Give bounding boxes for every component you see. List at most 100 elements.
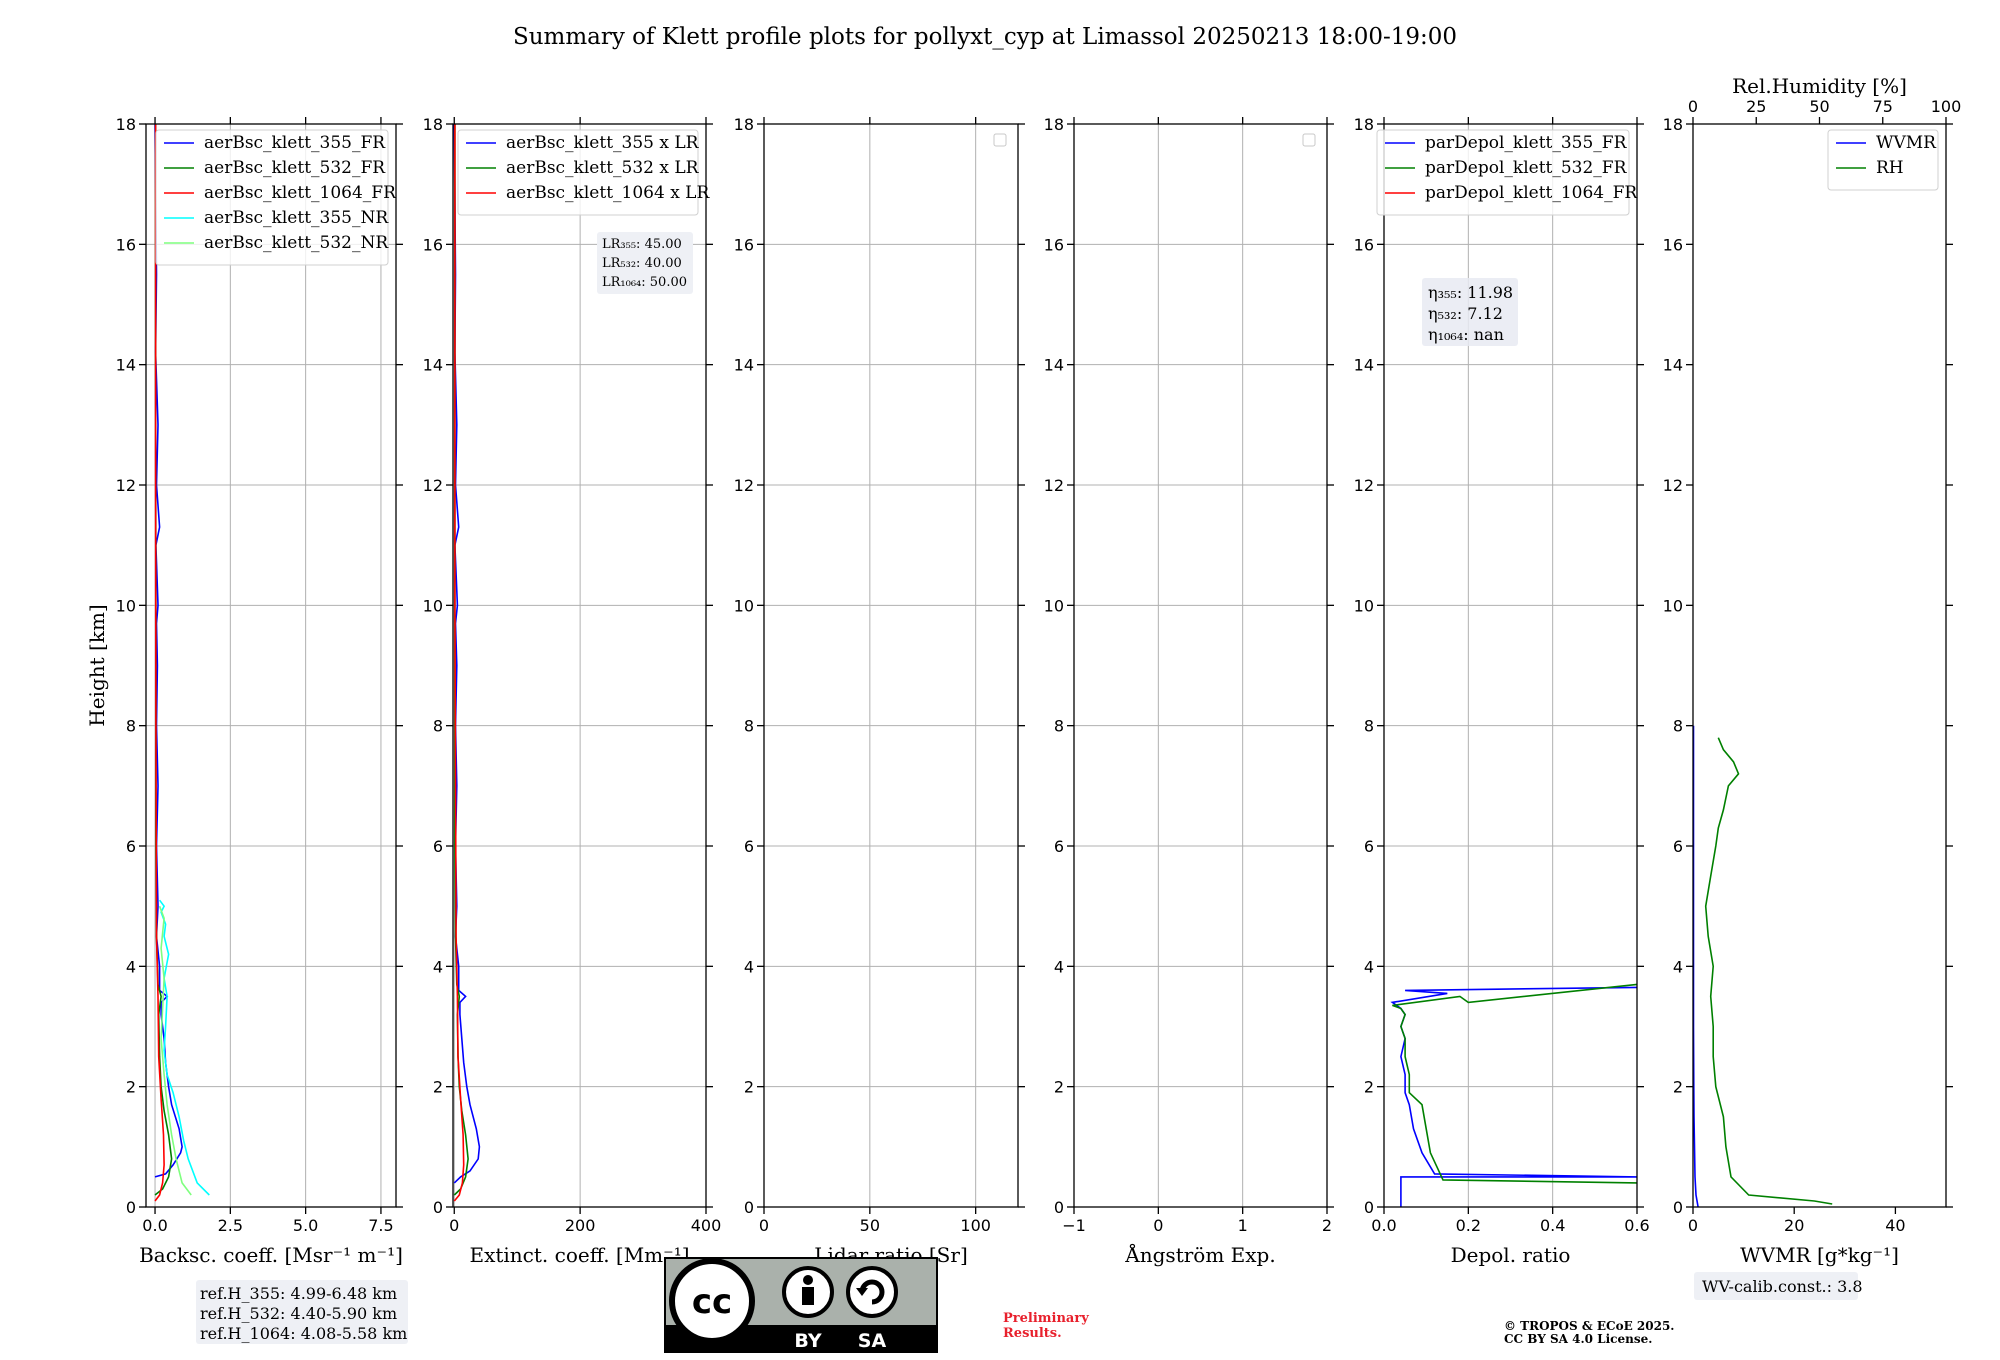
x-tick-label: −1 [1062,1216,1086,1235]
legend-label: aerBsc_klett_355_FR [204,133,386,153]
x-tick-label: 7.5 [368,1216,393,1235]
y-tick-label: 18 [1663,115,1683,134]
y-tick-label: 2 [1673,1078,1683,1097]
x-axis-label: WVMR [g*kg⁻¹] [1740,1243,1899,1267]
legend-label: aerBsc_klett_1064_FR [204,183,397,203]
x2-tick-label: 25 [1746,97,1766,116]
y-tick-label: 2 [744,1078,754,1097]
legend: aerBsc_klett_355_FR aerBsc_klett_532_FRae… [155,129,397,266]
figure: Summary of Klett profile plots for polly… [85,24,1962,1353]
x-tick-label: 2.5 [218,1216,243,1235]
y-tick-label: 6 [433,837,443,856]
legend-label: parDepol_klett_355_FR [1425,133,1628,153]
y-tick-label: 6 [126,837,136,856]
eta-532: η₅₃₂: 7.12 [1428,304,1503,323]
x-axis-label: Backsc. coeff. [Msr⁻¹ m⁻¹] [139,1243,403,1267]
y-tick-label: 16 [116,235,136,254]
x-tick-label: 0.0 [142,1216,167,1235]
axes-frame [1692,123,1947,1208]
y-axis-label: Height [km] [85,604,109,726]
sa-label: SA [858,1330,887,1352]
y-tick-label: 18 [1044,115,1064,134]
x-axis-label: Depol. ratio [1451,1243,1571,1267]
sa-icon [846,1266,898,1318]
y-tick-label: 14 [1663,356,1683,375]
x-tick-label: 400 [691,1216,722,1235]
y-tick-label: 18 [734,115,754,134]
x-tick-label: 0.6 [1624,1216,1649,1235]
eta-annotation: η₃₅₅: 11.98 η₅₃₂: 7.12 η₁₀₆₄: nan [1422,278,1518,346]
legend-label: aerBsc_klett_532 x LR [506,158,700,178]
y-tick-label: 18 [116,115,136,134]
lr-532: LR₅₃₂: 40.00 [602,256,682,271]
legend-label: WVMR [1876,133,1937,153]
axes-frame [145,123,397,1208]
cc-license-badge: cc BY SA [664,1257,938,1353]
lidar-ratio-annotation: LR₃₅₅: 45.00 LR₅₃₂: 40.00 LR₁₀₆₄: 50.00 [597,232,693,294]
y-tick-label: 4 [126,957,136,976]
y-tick-label: 16 [423,235,443,254]
x-tick-label: 0 [759,1216,769,1235]
x-tick-label: 100 [960,1216,991,1235]
ref-height-1064: ref.H_1064: 4.08-5.58 km [200,1324,407,1343]
x-axis-label: Extinct. coeff. [Mm⁻¹] [469,1243,689,1267]
legend-label: aerBsc_klett_532_NR [204,233,389,253]
y-tick-label: 10 [1354,596,1374,615]
y-tick-label: 4 [744,957,754,976]
y-tick-label: 16 [1044,235,1064,254]
y-tick-label: 0 [744,1198,754,1217]
y-tick-label: 0 [1364,1198,1374,1217]
y-tick-label: 12 [1044,476,1064,495]
y-tick-label: 8 [126,717,136,736]
y-tick-label: 6 [1054,837,1064,856]
y-tick-label: 8 [1054,717,1064,736]
series-line-WVMR [1693,725,1699,1207]
figure-title: Summary of Klett profile plots for polly… [513,24,1457,50]
x-tick-label: 0.4 [1540,1216,1565,1235]
y-tick-label: 14 [734,356,754,375]
lr-1064: LR₁₀₆₄: 50.00 [602,275,687,290]
x-tick-label: 0 [1688,1216,1698,1235]
y-tick-label: 12 [1663,476,1683,495]
ref-height-532: ref.H_532: 4.40-5.90 km [200,1304,397,1323]
ref-height-355: ref.H_355: 4.99-6.48 km [200,1284,397,1303]
y-tick-label: 14 [423,356,443,375]
legend-label: parDepol_klett_532_FR [1425,158,1628,178]
y-tick-label: 0 [1673,1198,1683,1217]
panel-lr: 0246810121416180 50 100Lidar ratio [Sr] [734,115,1025,1267]
y-tick-label: 6 [744,837,754,856]
y-tick-label: 4 [1673,957,1683,976]
legend-label: aerBsc_klett_1064 x LR [506,183,710,203]
y-tick-label: 18 [423,115,443,134]
y-tick-label: 16 [1663,235,1683,254]
preliminary-line-2: Results. [1003,1326,1062,1341]
y-tick-label: 12 [423,476,443,495]
x2-tick-label: 100 [1931,97,1962,116]
y-tick-label: 18 [1354,115,1374,134]
copyright-line-2: CC BY SA 4.0 License. [1504,1332,1652,1346]
x-tick-label: 5.0 [293,1216,318,1235]
legend-label: aerBsc_klett_355_NR [204,208,389,228]
legend: aerBsc_klett_355 x LR aerBsc_klett_532 x … [457,129,710,216]
y-tick-label: 8 [1673,717,1683,736]
by-label: BY [794,1330,821,1352]
x2-tick-label: 0 [1688,97,1698,116]
y-tick-label: 2 [1054,1078,1064,1097]
series-line-parDepol_klett_532_FR [1392,983,1637,1184]
eta-1064: η₁₀₆₄: nan [1428,325,1504,344]
y-tick-label: 10 [116,596,136,615]
cc-label: cc [692,1282,732,1322]
x-tick-label: 0 [449,1216,459,1235]
y-tick-label: 8 [1364,717,1374,736]
x-tick-label: 20 [1784,1216,1804,1235]
legend-label: parDepol_klett_1064_FR [1425,183,1638,203]
wv-calib-annotation: WV-calib.const.: 3.8 [1694,1272,1863,1300]
x-axis-label: Ångström Exp. [1124,1242,1275,1267]
y-tick-label: 14 [116,356,136,375]
y-tick-label: 2 [433,1078,443,1097]
y-tick-label: 16 [1354,235,1374,254]
y-tick-label: 0 [126,1198,136,1217]
panel-bsc: 0 2 4 6 8 10 12 14 16 18 0.0 2.5 5.0 7.5 Backsc. coeff… [85,115,403,1267]
x-tick-label: 0 [1153,1216,1163,1235]
y-tick-label: 14 [1044,356,1064,375]
